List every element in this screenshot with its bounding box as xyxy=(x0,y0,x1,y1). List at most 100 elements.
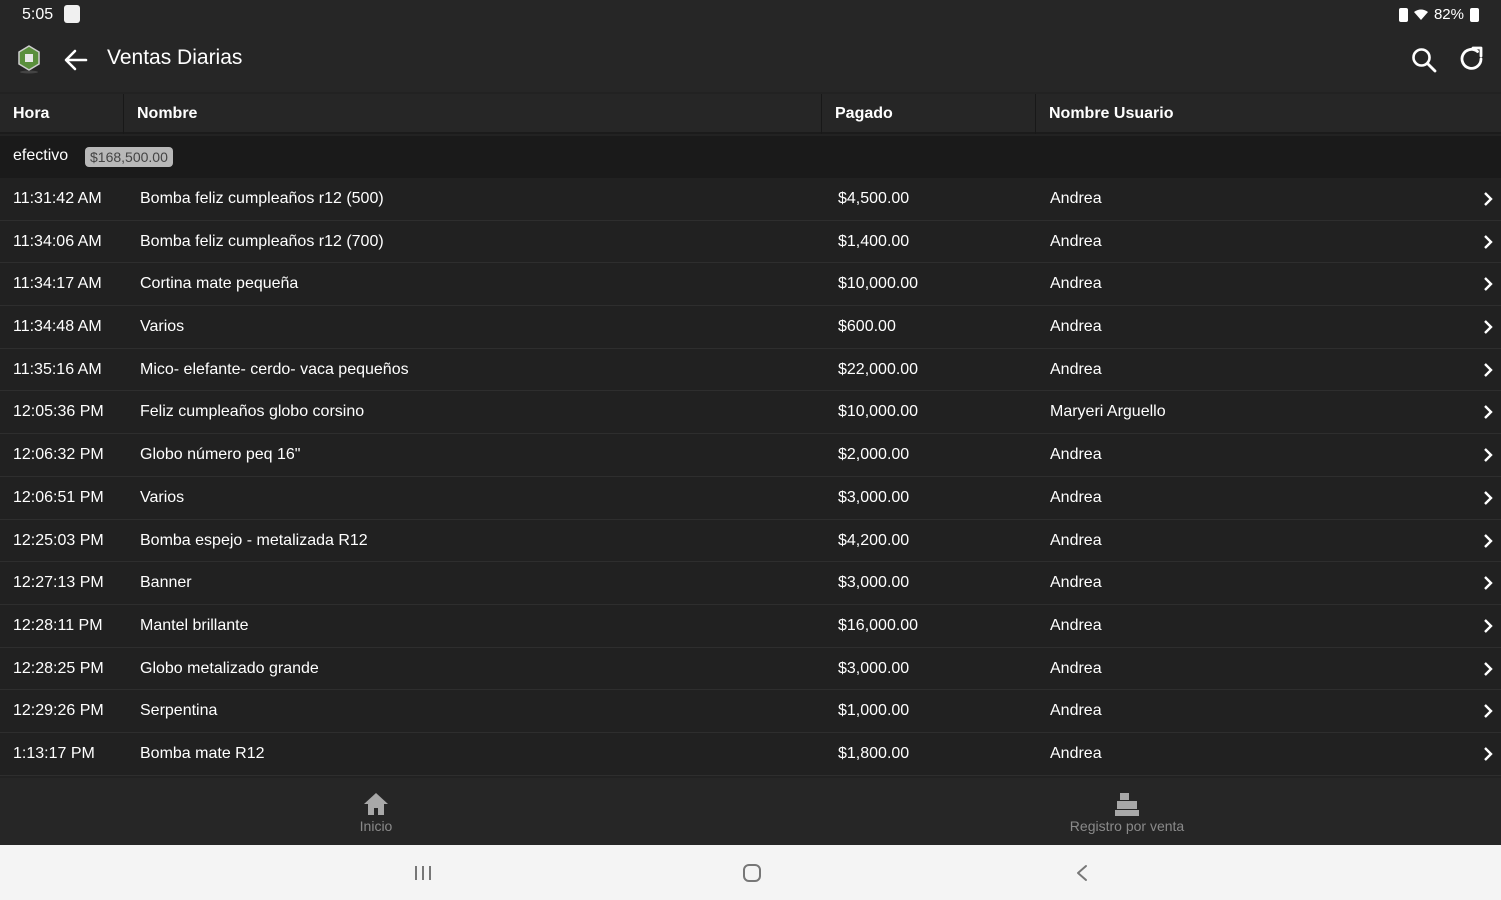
chevron-right-icon[interactable] xyxy=(1483,533,1493,548)
table-row[interactable]: 12:25:03 PM Bomba espejo - metalizada R12… xyxy=(0,519,1501,563)
nav-label-registro-por-venta: Registro por venta xyxy=(1069,818,1185,834)
row-name: Feliz cumpleaños globo corsino xyxy=(140,403,365,421)
status-indicators: 82% xyxy=(1398,6,1479,23)
sales-list[interactable]: 11:31:42 AM Bomba feliz cumpleaños r12 (5… xyxy=(0,178,1501,776)
row-time: 12:28:25 PM xyxy=(13,659,104,677)
row-paid: $16,000.00 xyxy=(838,616,919,634)
row-time: 12:27:13 PM xyxy=(13,574,104,592)
row-paid: $2,000.00 xyxy=(838,446,910,464)
table-row[interactable]: 12:28:25 PM Globo metalizado grande $3,000… xyxy=(0,647,1501,691)
group-total-badge: $168,500.00 xyxy=(85,147,173,167)
row-paid: $22,000.00 xyxy=(838,360,919,378)
row-user: Andrea xyxy=(1050,702,1102,720)
battery-percentage: 82% xyxy=(1433,6,1464,23)
row-paid: $10,000.00 xyxy=(838,403,919,421)
row-time: 1:13:17 PM xyxy=(13,744,95,762)
row-user: Andrea xyxy=(1050,360,1102,378)
table-row[interactable]: 12:29:26 PM Serpentina $1,000.00 Andrea xyxy=(0,690,1501,733)
row-user: Andrea xyxy=(1050,275,1102,293)
row-time: 11:34:06 AM xyxy=(13,232,102,250)
row-name: Varios xyxy=(140,488,185,506)
chevron-right-icon[interactable] xyxy=(1483,362,1493,377)
row-name: Banner xyxy=(140,574,192,592)
table-row[interactable]: 11:34:48 AM Varios $600.00 Andrea xyxy=(0,306,1501,349)
app-logo-icon[interactable] xyxy=(16,44,42,74)
column-header-nombre[interactable]: Nombre xyxy=(124,94,822,134)
table-header: Hora Nombre Pagado Nombre Usuario xyxy=(0,94,1501,134)
bottom-navigation: Inicio Registro por venta xyxy=(0,778,1501,845)
row-name: Mantel brillante xyxy=(140,616,249,634)
chevron-right-icon[interactable] xyxy=(1483,448,1493,462)
page-title: Ventas Diarias xyxy=(107,46,243,69)
chevron-right-icon[interactable] xyxy=(1483,490,1493,505)
chevron-right-icon[interactable] xyxy=(1483,405,1493,420)
table-row[interactable]: 12:06:32 PM Globo número peq 16" $2,000.00… xyxy=(0,434,1501,477)
notification-icon xyxy=(64,5,80,23)
row-user: Andrea xyxy=(1050,488,1102,506)
chevron-right-icon[interactable] xyxy=(1483,320,1493,334)
row-paid: $1,400.00 xyxy=(838,232,910,250)
refresh-icon[interactable] xyxy=(1457,44,1487,74)
row-paid: $10,000.00 xyxy=(838,275,919,293)
row-time: 12:28:11 PM xyxy=(13,616,103,634)
row-time: 11:31:42 AM xyxy=(13,190,102,207)
table-row[interactable]: 11:31:42 AM Bomba feliz cumpleaños r12 (5… xyxy=(0,178,1501,221)
status-bar: 5:05 82% xyxy=(0,0,1501,30)
chevron-right-icon[interactable] xyxy=(1483,747,1493,761)
table-row[interactable]: 12:28:11 PM Mantel brillante $16,000.00 And… xyxy=(0,604,1501,648)
system-navigation-bar xyxy=(0,845,1501,900)
group-row-efectivo[interactable]: efectivo $168,500.00 xyxy=(0,136,1501,178)
row-paid: $1,000.00 xyxy=(838,702,910,720)
nav-item-inicio[interactable]: Inicio xyxy=(226,778,526,845)
row-name: Cortina mate pequeña xyxy=(140,275,299,293)
chevron-right-icon[interactable] xyxy=(1483,619,1493,633)
row-name: Bomba feliz cumpleaños r12 (500) xyxy=(140,190,384,207)
back-arrow-icon[interactable] xyxy=(62,46,90,74)
chevron-right-icon[interactable] xyxy=(1483,192,1493,206)
row-user: Andrea xyxy=(1050,232,1102,250)
row-paid: $4,200.00 xyxy=(838,531,910,549)
nav-item-registro-por-venta[interactable]: Registro por venta xyxy=(977,778,1277,845)
chevron-right-icon[interactable] xyxy=(1483,277,1493,292)
column-header-nombre-usuario[interactable]: Nombre Usuario xyxy=(1036,94,1501,134)
search-icon[interactable] xyxy=(1410,46,1438,74)
recent-apps-icon[interactable] xyxy=(412,863,434,883)
row-paid: $4,500.00 xyxy=(838,190,910,207)
row-time: 12:25:03 PM xyxy=(13,531,104,549)
row-time: 11:35:16 AM xyxy=(13,360,102,378)
chevron-right-icon[interactable] xyxy=(1483,576,1493,591)
system-home-icon[interactable] xyxy=(741,862,763,884)
chevron-right-icon[interactable] xyxy=(1483,234,1493,249)
row-time: 11:34:17 AM xyxy=(13,275,102,293)
table-row[interactable]: 12:27:13 PM Banner $3,000.00 Andrea xyxy=(0,562,1501,605)
table-row[interactable]: 11:34:06 AM Bomba feliz cumpleaños r12 (7… xyxy=(0,220,1501,264)
column-header-pagado[interactable]: Pagado xyxy=(822,94,1036,134)
system-back-icon[interactable] xyxy=(1074,863,1090,883)
row-name: Bomba espejo - metalizada R12 xyxy=(140,531,368,549)
row-name: Bomba mate R12 xyxy=(140,744,265,762)
lock-status-icon xyxy=(1398,7,1408,22)
app-bar: Ventas Diarias xyxy=(0,30,1501,92)
register-icon xyxy=(1115,793,1139,816)
row-user: Andrea xyxy=(1050,659,1102,677)
row-user: Andrea xyxy=(1050,190,1102,207)
row-paid: $600.00 xyxy=(838,318,896,336)
table-row[interactable]: 12:05:36 PM Feliz cumpleaños globo corsin… xyxy=(0,391,1501,435)
table-row[interactable]: 11:35:16 AM Mico- elefante- cerdo- vaca p… xyxy=(0,348,1501,392)
table-row[interactable]: 1:13:17 PM Bomba mate R12 $1,800.00 Andrea xyxy=(0,732,1501,776)
row-user: Andrea xyxy=(1050,616,1102,634)
chevron-right-icon[interactable] xyxy=(1483,661,1493,676)
chevron-right-icon[interactable] xyxy=(1483,704,1493,719)
table-row[interactable]: 12:06:51 PM Varios $3,000.00 Andrea xyxy=(0,476,1501,520)
table-row[interactable]: 11:34:17 AM Cortina mate pequeña $10,000.0… xyxy=(0,263,1501,307)
column-header-hora[interactable]: Hora xyxy=(0,94,124,134)
row-user: Andrea xyxy=(1050,744,1102,762)
battery-icon xyxy=(1470,7,1479,22)
row-name: Bomba feliz cumpleaños r12 (700) xyxy=(140,232,384,250)
row-paid: $1,800.00 xyxy=(838,744,910,762)
row-time: 11:34:48 AM xyxy=(13,318,102,336)
row-user: Maryeri Arguello xyxy=(1050,403,1166,421)
row-user: Andrea xyxy=(1050,318,1102,336)
row-name: Globo metalizado grande xyxy=(140,659,319,677)
row-user: Andrea xyxy=(1050,574,1102,592)
